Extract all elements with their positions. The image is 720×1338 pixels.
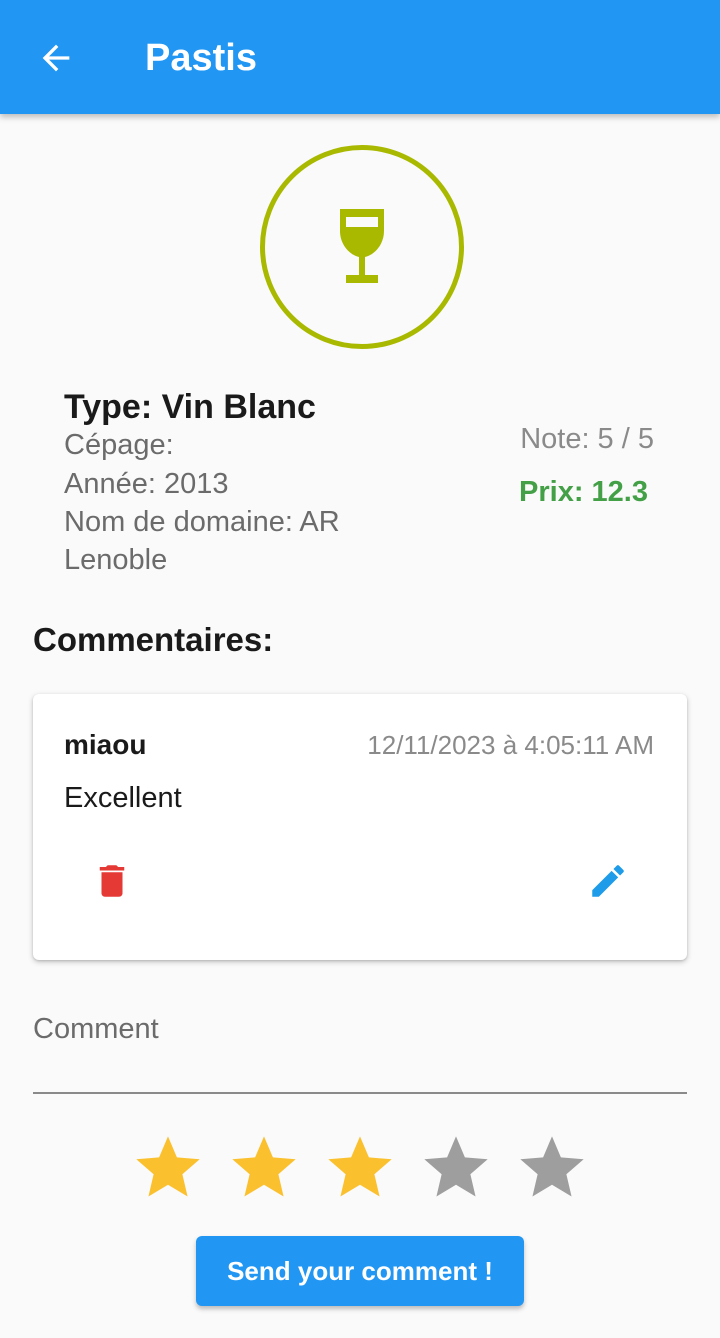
- wine-note: Note: 5 / 5: [520, 423, 654, 455]
- comment-text: Excellent: [64, 782, 182, 814]
- wine-domaine-line1: Nom de domaine: AR: [64, 506, 340, 538]
- wine-cepage: Cépage:: [64, 429, 174, 461]
- pencil-icon: [592, 865, 624, 897]
- app-bar: Pastis: [0, 0, 720, 114]
- comment-author: miaou: [64, 729, 147, 760]
- star-icon[interactable]: [226, 1130, 302, 1206]
- edit-comment-button[interactable]: [581, 854, 635, 908]
- arrow-back-icon: [42, 44, 70, 72]
- star-icon[interactable]: [514, 1130, 590, 1206]
- back-button[interactable]: [26, 30, 86, 86]
- wine-price: Prix: 12.3: [519, 476, 648, 508]
- wine-avatar: [260, 145, 464, 349]
- send-comment-button[interactable]: Send your comment !: [196, 1236, 524, 1306]
- comment-input[interactable]: [33, 1010, 687, 1094]
- comment-card: miaou 12/11/2023 à 4:05:11 AM Excellent: [33, 694, 687, 960]
- wine-domaine-line2: Lenoble: [64, 544, 168, 576]
- wine-glass-icon: [340, 209, 384, 283]
- rating-stars[interactable]: [130, 1130, 590, 1206]
- comments-title: Commentaires:: [33, 621, 274, 658]
- star-icon[interactable]: [418, 1130, 494, 1206]
- trash-icon: [99, 865, 125, 897]
- wine-type: Type: Vin Blanc: [64, 388, 316, 426]
- delete-comment-button[interactable]: [85, 854, 139, 908]
- star-icon[interactable]: [130, 1130, 206, 1206]
- page-title: Pastis: [145, 37, 257, 79]
- star-icon[interactable]: [322, 1130, 398, 1206]
- comment-date: 12/11/2023 à 4:05:11 AM: [367, 730, 654, 760]
- wine-annee: Année: 2013: [64, 468, 229, 500]
